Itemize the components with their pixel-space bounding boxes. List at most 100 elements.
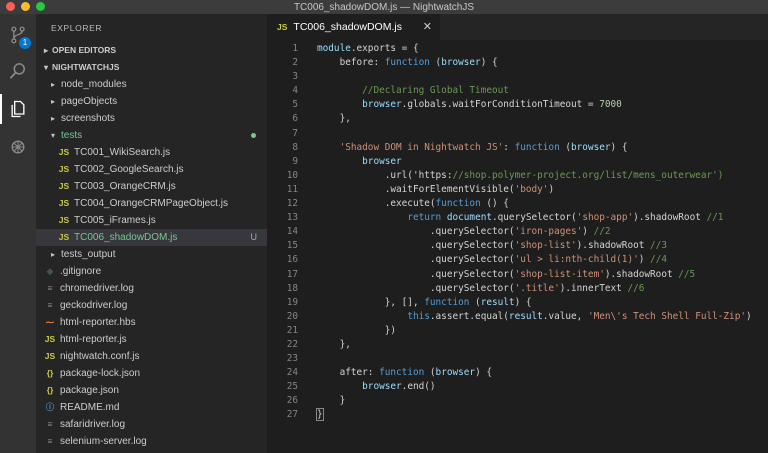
close-window-button[interactable]: [6, 2, 15, 11]
close-icon[interactable]: ✕: [423, 20, 432, 33]
line-number: 14: [286, 226, 298, 238]
open-editors-section[interactable]: ▸ OPEN EDITORS: [36, 42, 267, 59]
line-number: 5: [292, 99, 298, 111]
explorer-item-html-reporter-hbs[interactable]: ⁓ html-reporter.hbs: [36, 314, 267, 331]
explorer-item-tc004-orangecrmpageobject-js[interactable]: JS TC004_OrangeCRMPageObject.js: [36, 195, 267, 212]
explorer-item-label: .gitignore: [60, 266, 102, 277]
js-file-icon: JS: [58, 215, 70, 225]
explorer-item-readme-md[interactable]: ⓘ README.md: [36, 399, 267, 416]
line-number: 15: [286, 240, 298, 252]
explorer-button[interactable]: [0, 92, 36, 126]
code-text: .querySelector('shop-list').shadowRoot /…: [317, 240, 667, 252]
line-number: 26: [286, 395, 298, 407]
search-button[interactable]: [0, 54, 36, 88]
debug-icon: [11, 140, 25, 154]
tab-tc006-shadowdom[interactable]: JS TC006_shadowDOM.js ✕: [267, 14, 440, 40]
explorer-item-safaridriver-log[interactable]: ≡ safaridriver.log: [36, 416, 267, 433]
code-line: 12 .execute(function () {: [267, 197, 768, 211]
code-text: browser.end(): [362, 381, 436, 393]
explorer-item-package-lock-json[interactable]: {} package-lock.json: [36, 365, 267, 382]
code-line: 20 this.assert.equal(result.value, 'Men\…: [267, 310, 768, 324]
explorer-item-tests[interactable]: ▾ tests: [36, 127, 267, 144]
explorer-item-screenshots[interactable]: ▸ screenshots: [36, 110, 267, 127]
js-file-icon: JS: [58, 181, 70, 191]
code-text: .querySelector('iron-pages') //2: [317, 226, 611, 238]
explorer-item-tc002-googlesearch-js[interactable]: JS TC002_GoogleSearch.js: [36, 161, 267, 178]
log-file-icon: ≡: [47, 419, 53, 429]
explorer-item-gitignore[interactable]: ◆ .gitignore: [36, 263, 267, 280]
explorer-item-tc006-shadowdom-js[interactable]: JS TC006_shadowDOM.js U: [36, 229, 267, 246]
maximize-window-button[interactable]: [36, 2, 45, 11]
scm-badge: 1: [19, 37, 31, 49]
line-number: 21: [286, 324, 298, 336]
code-line: 19 }, [], function (result) {: [267, 296, 768, 310]
code-text: after: function (browser) {: [317, 367, 492, 379]
line-number: 7: [292, 127, 298, 139]
code-text: }): [317, 324, 397, 336]
debug-button[interactable]: [0, 130, 36, 164]
line-number: 23: [286, 353, 298, 365]
explorer-item-label: safaridriver.log: [60, 419, 126, 430]
explorer-item-label: TC005_iFrames.js: [74, 215, 156, 226]
chevron-down-icon: ▾: [50, 131, 55, 140]
code-line: 9 browser: [267, 155, 768, 169]
line-number: 20: [286, 310, 298, 322]
explorer-item-nightwatch-conf-js[interactable]: JS nightwatch.conf.js: [36, 348, 267, 365]
explorer-item-geckodriver-log[interactable]: ≡ geckodriver.log: [36, 297, 267, 314]
explorer-item-tc005-iframes-js[interactable]: JS TC005_iFrames.js: [36, 212, 267, 229]
code-text: .waitForElementVisible('body'): [317, 183, 555, 195]
explorer-item-tests-output[interactable]: ▸ tests_output: [36, 246, 267, 263]
code-line: 13 return document.querySelector('shop-a…: [267, 211, 768, 225]
code-line: 22 },: [267, 338, 768, 352]
open-editors-label: OPEN EDITORS: [52, 45, 117, 55]
project-section[interactable]: ▾ NIGHTWATCHJS: [36, 59, 267, 76]
explorer-item-label: chromedriver.log: [60, 283, 134, 294]
explorer-item-selenium-server-log[interactable]: ≡ selenium-server.log: [36, 433, 267, 450]
explorer-item-package-json[interactable]: {} package.json: [36, 382, 267, 399]
line-number: 11: [286, 183, 298, 195]
explorer-item-label: TC001_WikiSearch.js: [74, 147, 171, 158]
chevron-right-icon: ▸: [50, 114, 55, 123]
tab-label: TC006_shadowDOM.js: [293, 21, 402, 33]
explorer-item-node-modules[interactable]: ▸ node_modules: [36, 76, 267, 93]
line-number: 19: [286, 296, 298, 308]
title-bar: TC006_shadowDOM.js — NightwatchJS: [0, 0, 768, 14]
code-text: .querySelector('shop-list-item').shadowR…: [317, 268, 696, 280]
code-text: this.assert.equal(result.value, 'Men\'s …: [407, 310, 752, 322]
explorer-item-label: README.md: [60, 402, 120, 413]
project-label: NIGHTWATCHJS: [52, 62, 120, 72]
code-line: 2 before: function (browser) {: [267, 56, 768, 70]
explorer-item-html-reporter-js[interactable]: JS html-reporter.js: [36, 331, 267, 348]
explorer-item-label: tests_output: [61, 249, 116, 260]
minimize-window-button[interactable]: [21, 2, 30, 11]
code-editor[interactable]: 1 module.exports = {2 before: function (b…: [267, 40, 768, 453]
window-title: TC006_shadowDOM.js — NightwatchJS: [293, 1, 475, 13]
editor-tab-bar: JS TC006_shadowDOM.js ✕: [267, 14, 768, 40]
code-text: }: [317, 395, 346, 407]
js-file-icon: JS: [277, 22, 288, 32]
explorer-item-chromedriver-log[interactable]: ≡ chromedriver.log: [36, 280, 267, 297]
info-file-icon: ⓘ: [45, 402, 55, 412]
explorer-item-tc001-wikisearch-js[interactable]: JS TC001_WikiSearch.js: [36, 144, 267, 161]
explorer-item-label: TC003_OrangeCRM.js: [74, 181, 176, 192]
source-control-button[interactable]: 1: [0, 18, 36, 52]
code-lines: 1 module.exports = {2 before: function (b…: [267, 40, 768, 423]
code-line: 8 'Shadow DOM in Nightwatch JS': functio…: [267, 141, 768, 155]
code-line: 10 .url('https://shop.polymer-project.or…: [267, 169, 768, 183]
explorer-item-label: selenium-server.log: [60, 436, 147, 447]
chevron-right-icon: ▸: [50, 250, 55, 259]
chevron-right-icon: ▸: [50, 97, 55, 106]
explorer-item-pageobjects[interactable]: ▸ pageObjects: [36, 93, 267, 110]
explorer-item-label: TC006_shadowDOM.js: [74, 232, 178, 243]
chevron-down-icon: ▾: [43, 63, 48, 72]
line-number: 9: [292, 155, 298, 167]
explorer-item-tc003-orangecrm-js[interactable]: JS TC003_OrangeCRM.js: [36, 178, 267, 195]
file-tree: ▸ node_modules ▸ pageObjects ▸ screenshots ▾ te…: [36, 76, 267, 450]
code-text: browser.globals.waitForConditionTimeout …: [362, 99, 622, 111]
code-line: 3: [267, 70, 768, 84]
code-text: //Declaring Global Timeout: [362, 85, 509, 97]
chevron-right-icon: ▸: [43, 46, 48, 55]
code-text: .querySelector('.title').innerText //6: [317, 282, 645, 294]
code-line: 14 .querySelector('iron-pages') //2: [267, 225, 768, 239]
